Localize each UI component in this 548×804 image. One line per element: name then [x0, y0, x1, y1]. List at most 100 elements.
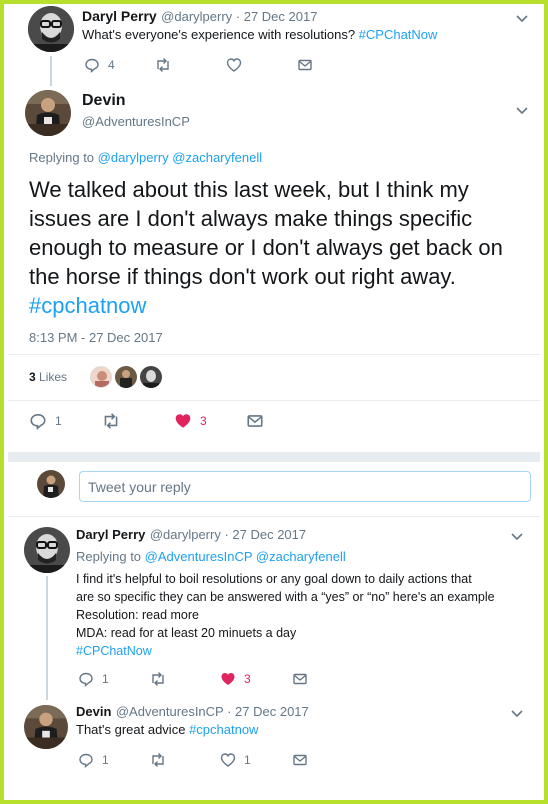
avatar-image — [91, 367, 111, 387]
envelope-icon — [293, 754, 307, 766]
reply-placeholder: Tweet your reply — [88, 478, 191, 495]
likes-stat[interactable]: 3 Likes — [29, 370, 67, 384]
avatar-devin[interactable] — [24, 705, 68, 749]
avatar-image — [115, 366, 137, 388]
replying-to: Replying to @AdventuresInCP @zacharyfene… — [76, 549, 346, 564]
hashtag-link[interactable]: #cpchatnow — [29, 293, 146, 318]
reply-action[interactable]: 1 — [29, 412, 62, 430]
author-handle-time[interactable]: @darylperry · 27 Dec 2017 — [150, 527, 306, 542]
dm-action[interactable] — [292, 671, 308, 687]
reply-icon — [30, 414, 46, 430]
avatar-image — [28, 6, 74, 52]
tweet1-header: Daryl Perry @darylperry · 27 Dec 2017 — [82, 8, 317, 26]
chevron-down-icon[interactable] — [514, 102, 530, 118]
liker-avatar[interactable] — [90, 366, 112, 388]
heart-icon — [220, 753, 236, 767]
liker-avatar[interactable] — [140, 366, 162, 388]
hashtag-link[interactable]: #CPChatNow — [359, 27, 438, 42]
hashtag-link[interactable]: #cpchatnow — [189, 722, 258, 737]
reply-count: 1 — [102, 672, 109, 686]
retweet-action[interactable] — [149, 671, 167, 687]
tweet-text: That's great advice — [76, 722, 186, 737]
author-name[interactable]: Devin — [76, 704, 111, 719]
tweet-thread-frame: Daryl Perry @darylperry · 27 Dec 2017 Wh… — [0, 0, 548, 804]
tweet-reply-input[interactable]: Tweet your reply — [79, 471, 531, 502]
reply1-header: Daryl Perry @darylperry · 27 Dec 2017 — [76, 526, 306, 544]
reply-icon — [79, 753, 93, 768]
retweet-action[interactable] — [149, 752, 167, 768]
chevron-down-icon[interactable] — [509, 528, 525, 544]
replying-prefix: Replying to — [29, 150, 95, 165]
thread-line — [50, 56, 52, 86]
mention-link[interactable]: @darylperry — [98, 150, 169, 165]
like-count: 1 — [244, 753, 251, 767]
hashtag-link[interactable]: #CPChatNow — [76, 642, 536, 660]
retweet-action[interactable] — [101, 412, 121, 430]
dm-action[interactable] — [297, 57, 313, 73]
tweet-text: What's everyone's experience with resolu… — [82, 27, 356, 42]
author-name[interactable]: Daryl Perry — [82, 8, 157, 24]
reply-count: 1 — [102, 753, 109, 767]
divider — [8, 354, 540, 355]
reply2-header: Devin @AdventuresInCP · 27 Dec 2017 — [76, 703, 309, 721]
heart-filled-icon — [221, 673, 235, 685]
retweet-icon — [157, 58, 169, 72]
retweet-icon — [152, 753, 164, 767]
mention-link[interactable]: @zacharyfenell — [256, 549, 346, 564]
avatar-devin[interactable] — [25, 90, 71, 136]
avatar-daryl-perry[interactable] — [28, 6, 74, 52]
main-tweet-text: We talked about this last week, but I th… — [29, 175, 534, 320]
likes-label: Likes — [39, 370, 68, 384]
mention-link[interactable]: @zacharyfenell — [172, 150, 262, 165]
tweet-text-line: I find it's helpful to boil resolutions … — [76, 572, 472, 586]
like-action[interactable]: 1 — [220, 752, 251, 768]
retweet-icon — [104, 413, 118, 429]
avatar-image — [24, 705, 68, 749]
dm-action[interactable] — [246, 412, 264, 430]
reply-action[interactable]: 1 — [78, 671, 109, 687]
divider — [8, 400, 540, 401]
mention-link[interactable]: @AdventuresInCP — [145, 549, 253, 564]
chevron-down-icon[interactable] — [514, 10, 530, 26]
reply-action[interactable]: 4 — [84, 57, 115, 73]
thread-line — [46, 576, 48, 700]
author-handle-time[interactable]: @AdventuresInCP · 27 Dec 2017 — [116, 704, 309, 719]
tweet-text-line: MDA: read for at least 20 minuets a day — [76, 626, 297, 640]
author-name[interactable]: Daryl Perry — [76, 527, 145, 542]
like-count: 3 — [244, 672, 251, 686]
reply-action[interactable]: 1 — [78, 752, 109, 768]
tweet-text-line: are so specific they can be answered wit… — [76, 590, 495, 604]
like-action[interactable]: 3 — [220, 671, 251, 687]
tweet1-text: What's everyone's experience with resolu… — [82, 25, 437, 44]
replying-prefix: Replying to — [76, 549, 142, 564]
divider — [8, 516, 540, 517]
liker-avatar[interactable] — [115, 366, 137, 388]
chevron-down-icon[interactable] — [509, 705, 525, 721]
retweet-action[interactable] — [154, 57, 172, 73]
envelope-icon — [247, 415, 263, 427]
likes-count: 3 — [29, 370, 36, 384]
like-action[interactable]: 3 — [174, 412, 207, 430]
dm-action[interactable] — [292, 752, 308, 768]
like-action[interactable] — [226, 57, 242, 73]
retweet-icon — [152, 672, 164, 686]
avatar-current-user — [37, 470, 65, 498]
tweet-text: We talked about this last week, but I th… — [29, 177, 503, 289]
tweet-timestamp[interactable]: 8:13 PM - 27 Dec 2017 — [29, 330, 163, 345]
author-handle-time[interactable]: @darylperry · 27 Dec 2017 — [161, 9, 317, 24]
avatar-image — [37, 470, 65, 498]
reply-icon — [79, 672, 93, 687]
reply-icon — [85, 58, 99, 73]
avatar-daryl-perry[interactable] — [24, 527, 70, 573]
heart-filled-icon — [175, 414, 191, 428]
author-handle[interactable]: @AdventuresInCP — [82, 114, 190, 129]
avatar-image — [25, 90, 71, 136]
section-separator — [8, 452, 540, 462]
replying-to: Replying to @darylperry @zacharyfenell — [29, 150, 262, 165]
author-name[interactable]: Devin — [82, 92, 126, 110]
reply-count: 4 — [108, 58, 115, 72]
avatar-image — [24, 527, 70, 573]
heart-icon — [226, 58, 242, 72]
envelope-icon — [298, 59, 312, 71]
reply1-text: I find it's helpful to boil resolutions … — [76, 570, 536, 660]
